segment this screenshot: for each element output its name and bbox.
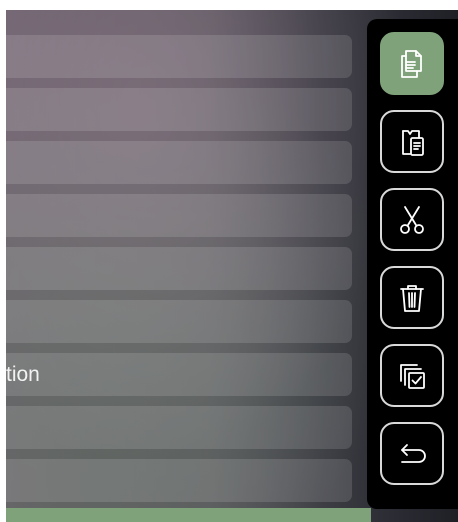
back-button[interactable] <box>380 422 444 485</box>
list-item[interactable] <box>6 194 352 237</box>
multi-select-icon <box>393 357 431 395</box>
cut-button[interactable] <box>380 188 444 251</box>
list-item[interactable] <box>6 247 352 290</box>
list-item[interactable] <box>6 141 352 184</box>
list-item[interactable] <box>6 300 352 343</box>
select-all-button[interactable] <box>380 344 444 407</box>
trash-icon <box>393 279 431 317</box>
copy-button[interactable] <box>380 32 444 95</box>
return-icon <box>393 435 431 473</box>
scissors-icon <box>393 201 431 239</box>
list-item[interactable] <box>6 35 352 78</box>
paste-icon <box>393 123 431 161</box>
screen: tion <box>6 10 458 522</box>
list-item-label: tion <box>6 362 40 386</box>
delete-button[interactable] <box>380 266 444 329</box>
paste-button[interactable] <box>380 110 444 173</box>
list-item[interactable] <box>6 459 352 502</box>
list-item[interactable] <box>6 88 352 131</box>
edit-toolbar <box>367 19 458 509</box>
copy-icon <box>393 45 431 83</box>
list-item[interactable]: tion <box>6 353 352 396</box>
list-item[interactable] <box>6 406 352 449</box>
selected-row-highlight[interactable] <box>6 508 371 522</box>
